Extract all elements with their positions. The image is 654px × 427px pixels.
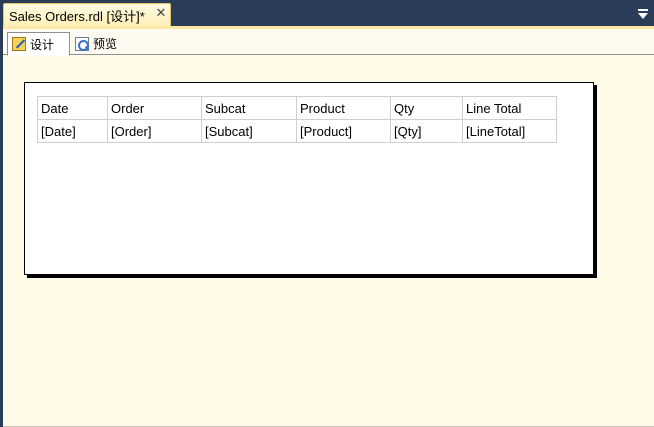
- header-cell-order[interactable]: Order: [107, 96, 202, 120]
- design-icon: [12, 37, 26, 51]
- document-tab[interactable]: Sales Orders.rdl [设计]* ✕: [3, 3, 171, 26]
- header-cell-qty[interactable]: Qty: [390, 96, 463, 120]
- report-body[interactable]: Date Order Subcat Product Qty Line Total…: [24, 82, 594, 275]
- table-header-row[interactable]: Date Order Subcat Product Qty Line Total: [37, 96, 557, 120]
- field-cell-qty[interactable]: [Qty]: [390, 119, 463, 143]
- document-body: 设计 预览 Date Order Subcat Product Qty Line…: [3, 26, 654, 427]
- header-cell-line-total[interactable]: Line Total: [462, 96, 557, 120]
- tab-preview[interactable]: 预览: [71, 32, 127, 55]
- chevron-down-icon[interactable]: [638, 13, 648, 19]
- editor-window: Sales Orders.rdl [设计]* ✕ 设计 预览 Date Orde…: [0, 0, 654, 427]
- preview-icon: [75, 36, 89, 51]
- field-cell-subcat[interactable]: [Subcat]: [201, 119, 297, 143]
- field-cell-order[interactable]: [Order]: [107, 119, 202, 143]
- tab-preview-label: 预览: [93, 37, 118, 51]
- report-table[interactable]: Date Order Subcat Product Qty Line Total…: [37, 96, 557, 143]
- view-tab-strip: 设计 预览: [3, 29, 654, 56]
- header-cell-product[interactable]: Product: [296, 96, 391, 120]
- close-icon[interactable]: ✕: [154, 7, 168, 21]
- tab-design[interactable]: 设计: [7, 32, 70, 56]
- header-cell-subcat[interactable]: Subcat: [201, 96, 297, 120]
- field-cell-product[interactable]: [Product]: [296, 119, 391, 143]
- document-tab-title: Sales Orders.rdl [设计]*: [9, 8, 145, 24]
- table-detail-row[interactable]: [Date] [Order] [Subcat] [Product] [Qty] …: [37, 119, 557, 143]
- field-cell-date[interactable]: [Date]: [37, 119, 108, 143]
- header-cell-date[interactable]: Date: [37, 96, 108, 120]
- tab-design-label: 设计: [30, 37, 55, 52]
- design-canvas[interactable]: Date Order Subcat Product Qty Line Total…: [3, 56, 654, 426]
- tab-list-bar-icon: [638, 9, 648, 11]
- field-cell-line-total[interactable]: [LineTotal]: [462, 119, 557, 143]
